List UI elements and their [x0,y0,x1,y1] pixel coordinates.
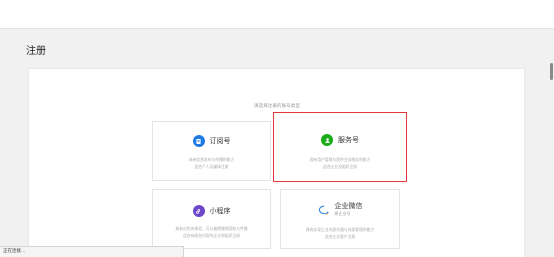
miniprogram-desc-2: 适合有服务内容的企业和组织注册 [183,233,240,238]
account-type-wework[interactable]: 企业微信 原企业号 具有实现企业内部沟通与内部管理的能力 适合企业客户注册 [280,189,400,249]
service-desc-2: 适合企业及组织注册 [322,164,358,169]
wework-desc-2: 适合企业客户注册 [324,234,356,239]
wework-icon [318,204,330,216]
wework-sublabel: 原企业号 [334,211,351,216]
wework-desc-1: 具有实现企业内部沟通与内部管理的能力 [305,227,375,232]
service-label: 服务号 [338,136,359,144]
service-desc-1: 具有用户管理与提供业务服务的能力 [309,157,371,162]
wework-label: 企业微信 [334,202,363,210]
miniprogram-label: 小程序 [209,207,231,215]
page-title: 注册 [26,46,46,57]
miniprogram-icon [192,205,205,217]
scrollbar-thumb[interactable] [550,63,553,80]
browser-status-bar: 正在连接... [0,246,184,257]
subscription-icon [192,135,205,147]
subscription-desc-2: 适合个人及媒体注册 [194,164,229,169]
account-type-miniprogram[interactable]: 小程序 具有出色的体验，可以被便捷地获取与传播 适合有服务内容的企业和组织注册 [152,189,271,249]
account-type-service[interactable]: 服务号 具有用户管理与提供业务服务的能力 适合企业及组织注册 [273,112,407,182]
account-type-subscription[interactable]: 订阅号 具有信息发布与传播的能力 适合个人及媒体注册 [152,121,271,181]
subscription-label: 订阅号 [209,137,231,145]
top-bar [0,0,554,29]
miniprogram-desc-1: 具有出色的体验，可以被便捷地获取与传播 [175,226,248,231]
subscription-desc-1: 具有信息发布与传播的能力 [188,157,235,162]
account-type-prompt: 请选择注册的账号类型 [254,104,300,109]
service-icon [321,134,333,146]
page-scrollbar[interactable] [548,29,554,257]
